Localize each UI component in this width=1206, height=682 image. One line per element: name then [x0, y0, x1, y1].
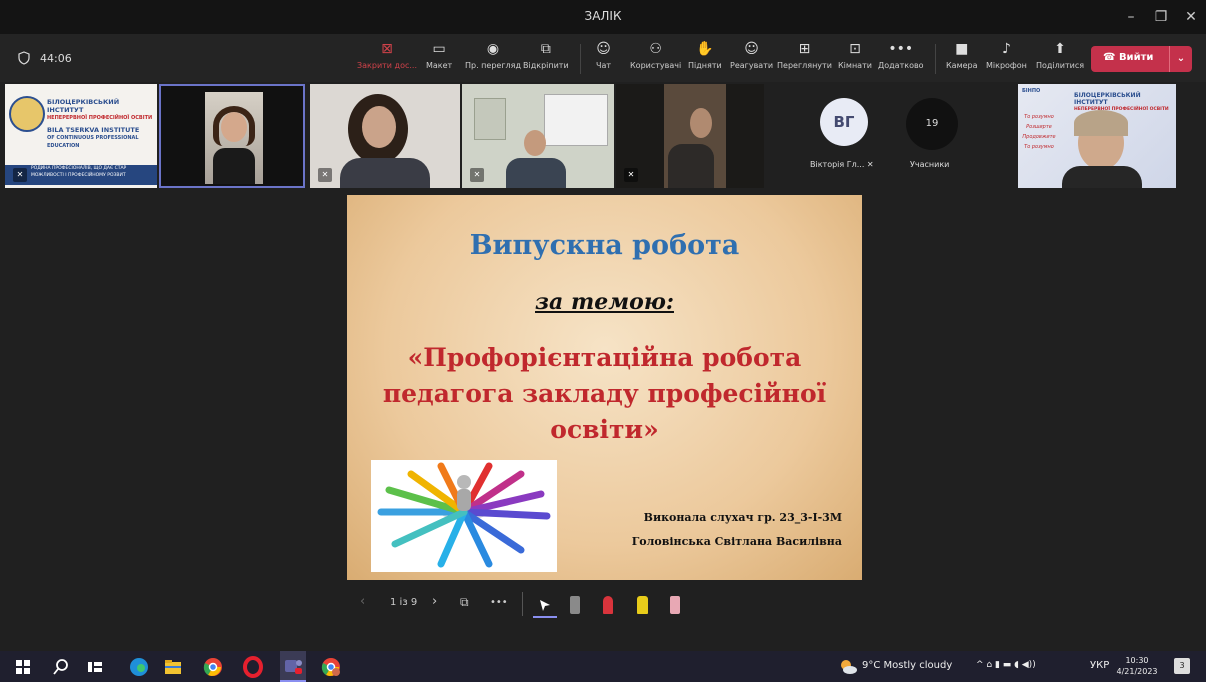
raise-hand-button[interactable]: ✋ Підняти	[688, 40, 722, 78]
eye-icon: ◉	[486, 41, 500, 57]
participant-count-label: Учасники	[910, 160, 950, 169]
layout-icon: ▭	[432, 41, 446, 57]
pointer-icon	[540, 600, 550, 611]
slide-author-name: Головінська Світлана Василівна	[631, 535, 842, 548]
notifications-icon[interactable]: 3	[1174, 658, 1190, 674]
camera-button[interactable]: ■ Камера	[946, 40, 978, 78]
preview-button[interactable]: ◉ Пр. перегляд	[465, 40, 521, 78]
timer-value: 44:06	[40, 51, 72, 65]
slide-page-indicator: 1 із 9	[390, 597, 418, 608]
shared-presentation-slide: Випускна робота за темою: «Профорієнтаці…	[347, 195, 862, 580]
stop-sharing-button[interactable]: ⊠ Закрити дос...	[357, 40, 417, 78]
mic-off-icon: ✕	[470, 168, 484, 182]
more-icon: •••	[888, 41, 914, 57]
phone-icon: ☎	[1103, 52, 1119, 63]
participant-tile-4[interactable]: ✕	[616, 84, 764, 188]
window-titlebar: ЗАЛІК – ❐ ✕	[0, 0, 1206, 34]
clock-date: 4/21/2023	[1116, 667, 1158, 676]
weather-text[interactable]: 9°C Mostly cloudy	[862, 660, 952, 671]
search-icon[interactable]	[50, 656, 72, 678]
task-view-icon[interactable]	[84, 656, 106, 678]
controls-divider	[522, 592, 523, 616]
participant-count-badge[interactable]: 19	[906, 98, 958, 150]
avatar-initials[interactable]: ВГ	[820, 98, 868, 146]
react-button[interactable]: ☺ Реагувати	[730, 40, 773, 78]
window-title: ЗАЛІК	[584, 9, 622, 23]
react-icon: ☺	[744, 41, 759, 57]
participant-tile-institute-2[interactable]: БІНПО БІЛОЦЕРКІВСЬКИЙ ІНСТИТУТ НЕПЕРЕРВН…	[1018, 84, 1176, 188]
layout-button[interactable]: ▭ Макет	[426, 40, 452, 78]
mic-off-icon: ✕	[866, 160, 874, 169]
mic-off-icon: ✕	[624, 168, 638, 182]
view-icon: ⊞	[798, 41, 811, 57]
more-options-icon[interactable]: •••	[490, 597, 508, 608]
toolbar-divider	[580, 44, 581, 74]
popout-icon: ⧉	[540, 41, 551, 57]
next-slide-button[interactable]: ›	[432, 594, 437, 609]
clock-time: 10:30	[1125, 656, 1149, 665]
slide-title: Випускна робота	[469, 230, 740, 261]
maximize-button[interactable]: ❐	[1150, 6, 1172, 28]
toolbar-divider	[935, 44, 936, 74]
participant-tile-institute[interactable]: БІЛОЦЕРКІВСЬКИЙ ІНСТИТУТ НЕПЕРЕРВНОЇ ПРО…	[5, 84, 157, 188]
pen-tool-icon[interactable]	[570, 596, 580, 614]
chat-button[interactable]: ☺ Чат	[596, 40, 611, 78]
slide-grid-icon[interactable]: ⧉	[460, 595, 469, 610]
view-button[interactable]: ⊞ Переглянути	[777, 40, 832, 78]
institute-logo	[9, 96, 45, 132]
share-button[interactable]: ⬆ Поділитися	[1036, 40, 1084, 78]
clock[interactable]: 10:30 4/21/2023	[1116, 655, 1158, 677]
teams-taskbar-item[interactable]	[280, 651, 306, 682]
participant-tile-2[interactable]: ✕	[310, 84, 460, 188]
participant-tile-active-speaker[interactable]	[159, 84, 305, 188]
chevron-down-icon[interactable]: ⌄	[1169, 46, 1192, 72]
participant-name: Вікторія Гл... ✕	[810, 160, 874, 169]
camera-icon: ■	[955, 41, 969, 57]
slide-subtitle: за темою:	[535, 289, 674, 315]
weather-cloud-icon[interactable]	[838, 657, 858, 677]
eraser-icon[interactable]	[670, 596, 680, 614]
leave-button[interactable]: ☎ Вийти ⌄	[1091, 46, 1192, 72]
rooms-button[interactable]: ⊡ Кімнати	[838, 40, 872, 78]
mic-off-icon: ✕	[13, 168, 27, 182]
shield-icon	[18, 51, 30, 65]
edge-browser-icon[interactable]	[128, 656, 150, 678]
opera-icon[interactable]	[242, 656, 264, 678]
more-button[interactable]: ••• Додатково	[878, 40, 924, 78]
people-button[interactable]: ⚇ Користувачі	[630, 40, 681, 78]
highlighter-icon[interactable]	[637, 596, 648, 614]
chrome-profile-icon[interactable]	[320, 656, 342, 678]
mic-off-icon: ✕	[318, 168, 332, 182]
system-tray-icons[interactable]: ^ ⌂ ▮ ▬ ◖ ◀))	[976, 660, 1036, 670]
raise-hand-icon: ✋	[696, 41, 714, 57]
meeting-timer: 44:06	[18, 51, 72, 65]
teams-icon	[285, 660, 302, 674]
chat-icon: ☺	[596, 41, 611, 57]
minimize-button[interactable]: –	[1120, 6, 1142, 28]
red-pen-icon[interactable]	[603, 596, 613, 614]
meeting-toolbar: 44:06 ⊠ Закрити дос... ▭ Макет ◉ Пр. пер…	[0, 34, 1206, 82]
close-window-button[interactable]: ✕	[1180, 6, 1202, 28]
microphone-icon: ♪	[1001, 41, 1011, 57]
input-language[interactable]: УКР	[1090, 660, 1109, 671]
close-share-icon: ⊠	[381, 41, 393, 57]
slide-author-group: Виконала слухач гр. 23_3-І-3М	[643, 511, 842, 524]
file-explorer-icon[interactable]	[162, 656, 184, 678]
microphone-button[interactable]: ♪ Мікрофон	[986, 40, 1027, 78]
slide-controls: ‹ 1 із 9 › ⧉ •••	[350, 592, 690, 618]
windows-taskbar: 9°C Mostly cloudy ^ ⌂ ▮ ▬ ◖ ◀)) УКР 10:3…	[0, 651, 1206, 682]
participant-tile-3[interactable]: ✕	[462, 84, 614, 188]
slide-topic: «Профорієнтаційна робота педагога заклад…	[382, 343, 827, 444]
people-icon: ⚇	[649, 41, 662, 57]
prev-slide-button[interactable]: ‹	[360, 594, 365, 609]
chrome-icon[interactable]	[202, 656, 224, 678]
rooms-icon: ⊡	[849, 41, 861, 57]
windows-start-icon[interactable]	[12, 656, 34, 678]
career-arrows-illustration	[371, 460, 557, 572]
share-icon: ⬆	[1054, 41, 1066, 57]
pointer-tool[interactable]	[533, 594, 557, 618]
popout-button[interactable]: ⧉ Відкріпити	[523, 40, 569, 78]
